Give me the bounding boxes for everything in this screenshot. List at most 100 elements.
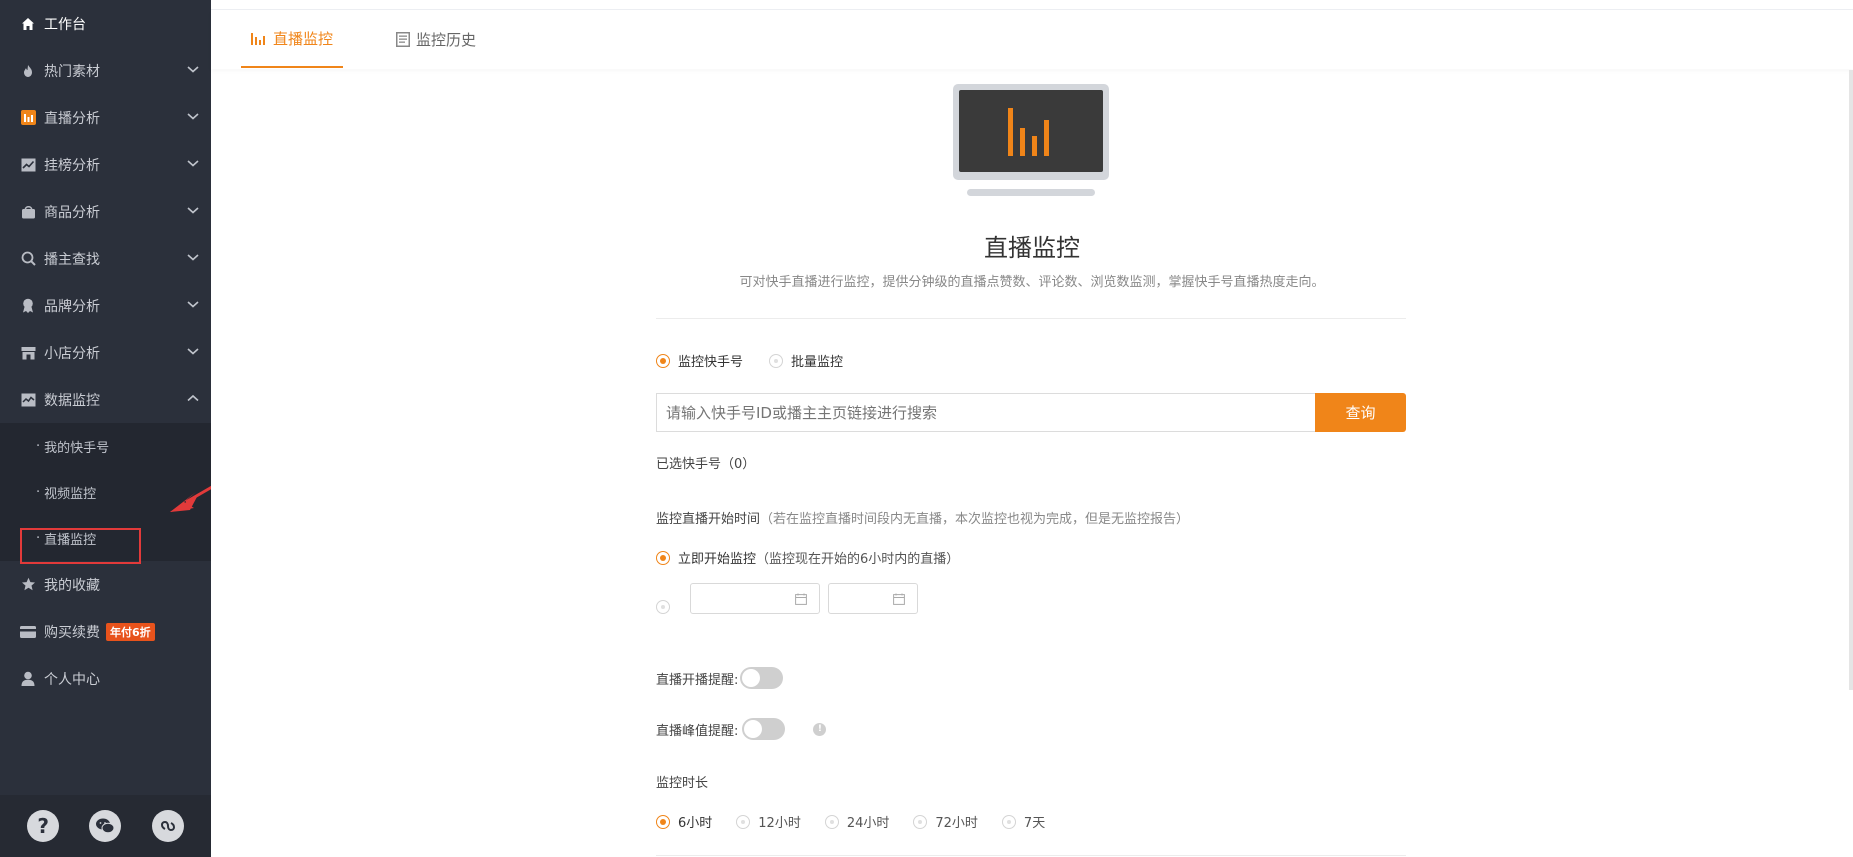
main-content: 直播监控 监控历史 直播监控 可对快手直播进行监控，提供分钟级的直播点赞数、评论…	[211, 0, 1853, 857]
sidebar-subitem-label: 视频监控	[44, 486, 97, 502]
fire-icon	[20, 63, 36, 79]
radio-label: 12小时	[758, 816, 801, 831]
calendar-icon	[795, 593, 807, 605]
radio-indicator	[656, 353, 670, 368]
sidebar-item-product-analysis[interactable]: 商品分析	[0, 188, 211, 235]
chevron-down-icon	[187, 160, 199, 167]
wechat-icon[interactable]	[89, 810, 122, 842]
radio-start-now[interactable]: 立即开始监控 （监控现在开始的6小时内的直播）	[656, 548, 959, 567]
radio-duration-24h[interactable]: 24小时	[824, 812, 890, 831]
sidebar-footer: ?	[0, 795, 211, 857]
live-peak-reminder-label: 直播峰值提醒:	[656, 723, 739, 739]
radio-label: 批量监控	[791, 355, 844, 370]
sidebar-item-brand-analysis[interactable]: 品牌分析	[0, 282, 211, 329]
sidebar-item-label: 我的收藏	[44, 577, 100, 594]
info-icon[interactable]: !	[813, 722, 827, 736]
custom-time-row	[656, 582, 918, 614]
user-icon	[20, 671, 36, 687]
sidebar-item-label: 个人中心	[44, 671, 100, 688]
start-now-row: 立即开始监控 （监控现在开始的6小时内的直播）	[656, 548, 959, 569]
radio-duration-72h[interactable]: 72小时	[913, 812, 978, 831]
sidebar-item-streamer-search[interactable]: 播主查找	[0, 235, 211, 282]
radio-monitor-account[interactable]: 监控快手号	[656, 351, 743, 370]
radio-label: 监控快手号	[678, 355, 744, 370]
sidebar-item-label: 品牌分析	[44, 298, 100, 315]
radio-indicator	[736, 814, 751, 829]
bag-icon	[20, 204, 36, 220]
card-icon	[20, 624, 36, 640]
document-icon	[396, 31, 410, 47]
radio-indicator	[824, 814, 839, 829]
radio-duration-7d[interactable]: 7天	[1001, 812, 1045, 831]
bar-chart-icon	[20, 110, 36, 126]
sidebar-item-label: 小店分析	[44, 345, 100, 362]
time-picker[interactable]	[828, 582, 918, 614]
sidebar-item-label: 直播分析	[44, 110, 100, 127]
live-peak-reminder-row: 直播峰值提醒: !	[656, 718, 827, 740]
tab-label: 监控历史	[416, 30, 477, 49]
page-title: 直播监控	[984, 234, 1080, 262]
divider	[656, 318, 1406, 319]
live-start-reminder-row: 直播开播提醒:	[656, 667, 784, 689]
radio-indicator	[913, 814, 928, 829]
sidebar-item-label: 挂榜分析	[44, 157, 100, 174]
award-icon	[20, 298, 36, 314]
radio-duration-6h[interactable]: 6小时	[656, 812, 712, 831]
divider	[656, 855, 1406, 856]
sidebar: 工作台 热门素材 直播分析 挂榜分析 商品分析 播主查找 品牌分析 小店分析 数…	[0, 0, 211, 857]
chevron-down-icon	[187, 66, 199, 73]
scrollbar[interactable]	[1849, 70, 1853, 690]
trend-chart-icon	[20, 157, 36, 173]
radio-label: 72小时	[935, 816, 978, 831]
page-description: 可对快手直播进行监控，提供分钟级的直播点赞数、评论数、浏览数监测，掌握快手号直播…	[739, 275, 1325, 290]
live-start-reminder-toggle[interactable]	[740, 667, 784, 689]
sidebar-item-ranking-analysis[interactable]: 挂榜分析	[0, 141, 211, 188]
sidebar-item-label: 购买续费	[44, 624, 100, 641]
duration-label: 监控时长	[656, 776, 709, 791]
live-peak-reminder-toggle[interactable]	[742, 718, 786, 740]
radio-duration-12h[interactable]: 12小时	[736, 812, 801, 831]
duration-group: 6小时 12小时 24小时 72小时 7天	[656, 812, 1045, 831]
radio-indicator	[656, 550, 670, 565]
tab-bar: 直播监控 监控历史	[211, 10, 1853, 69]
tab-live-monitor[interactable]: 直播监控	[241, 10, 344, 68]
store-icon	[20, 345, 36, 361]
link-icon[interactable]	[151, 810, 184, 842]
monitor-chart-icon	[20, 392, 36, 408]
sidebar-item-live-analysis[interactable]: 直播分析	[0, 94, 211, 141]
sidebar-item-label: 工作台	[44, 16, 86, 33]
search-icon	[20, 251, 36, 267]
chevron-down-icon	[187, 207, 199, 214]
radio-indicator	[769, 353, 784, 368]
sidebar-item-shop-analysis[interactable]: 小店分析	[0, 329, 211, 376]
sidebar-item-data-monitoring[interactable]: 数据监控	[0, 376, 211, 423]
sidebar-item-label: 播主查找	[44, 251, 100, 268]
radio-label: 24小时	[846, 816, 890, 831]
sidebar-item-renewal[interactable]: 购买续费 年付6折	[0, 608, 211, 655]
sidebar-item-hot-material[interactable]: 热门素材	[0, 47, 211, 94]
radio-custom-time[interactable]	[656, 600, 670, 614]
sidebar-item-favorites[interactable]: 我的收藏	[0, 561, 211, 608]
date-picker[interactable]	[690, 582, 820, 614]
bar-chart-icon	[251, 31, 267, 45]
tab-monitor-history[interactable]: 监控历史	[386, 10, 486, 68]
sidebar-item-label: 商品分析	[44, 204, 100, 221]
help-icon[interactable]: ?	[27, 810, 60, 842]
chevron-down-icon	[187, 348, 199, 355]
start-time-label: 监控直播开始时间（若在监控直播时间段内无直播，本次监控也视为完成，但是无监控报告…	[656, 508, 1189, 527]
start-time-title: 监控直播开始时间	[656, 512, 761, 527]
selected-accounts-label: 已选快手号（0）	[656, 457, 756, 472]
search-input[interactable]	[656, 393, 1316, 432]
radio-indicator	[656, 814, 670, 829]
chevron-up-icon	[187, 394, 199, 402]
star-icon	[20, 577, 36, 593]
search-button[interactable]: 查询	[1315, 393, 1406, 432]
start-time-hint: （若在监控直播时间段内无直播，本次监控也视为完成，但是无监控报告）	[760, 512, 1190, 527]
sidebar-item-label: 热门素材	[44, 63, 100, 80]
radio-label: 6小时	[678, 816, 713, 831]
radio-batch-monitor[interactable]: 批量监控	[769, 351, 843, 370]
sidebar-item-profile[interactable]: 个人中心	[0, 655, 211, 702]
sidebar-item-workbench[interactable]: 工作台	[0, 0, 211, 47]
annotation-highlight-box	[20, 528, 141, 564]
radio-hint: （监控现在开始的6小时内的直播）	[756, 552, 960, 567]
